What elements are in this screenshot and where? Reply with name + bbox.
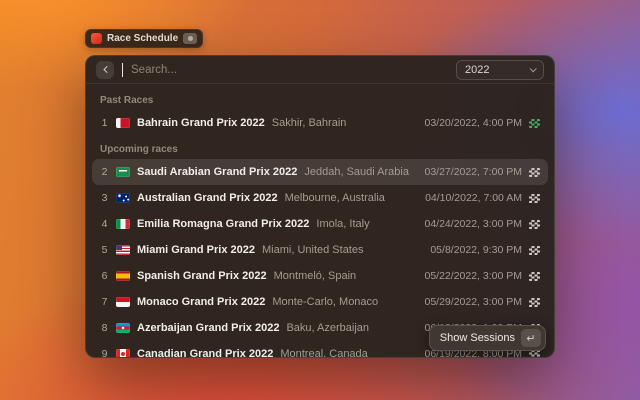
race-row-spain[interactable]: 6 Spanish Grand Prix 2022 Montmeló, Spai…	[86, 263, 554, 289]
italy-flag-icon	[116, 219, 130, 229]
text-caret	[122, 63, 123, 77]
checkered-flag-icon	[529, 298, 540, 307]
saudi-arabia-flag-icon	[116, 167, 130, 177]
spain-flag-icon	[116, 271, 130, 281]
race-rank: 1	[100, 117, 109, 129]
race-rank: 5	[100, 244, 109, 256]
show-sessions-button[interactable]: Show Sessions ↵	[429, 325, 546, 351]
race-title: Spanish Grand Prix 2022	[137, 270, 267, 282]
checkered-flag-icon	[529, 119, 540, 128]
section-header-past-races: Past Races	[86, 87, 554, 110]
season-dropdown-value: 2022	[465, 64, 489, 76]
race-title: Saudi Arabian Grand Prix 2022	[137, 166, 297, 178]
topbar: 2022	[86, 56, 554, 84]
enter-key-icon: ↵	[521, 329, 541, 347]
season-dropdown[interactable]: 2022	[456, 60, 544, 80]
race-rank: 8	[100, 322, 109, 334]
checkered-flag-icon	[529, 194, 540, 203]
checkered-flag-icon	[529, 246, 540, 255]
azerbaijan-flag-icon	[116, 323, 130, 333]
race-rank: 9	[100, 348, 109, 358]
badge-title: Race Schedule	[107, 33, 178, 44]
chevron-left-icon	[103, 66, 110, 73]
race-schedule-window: 2022 Past Races 1 Bahrain Grand Prix 202…	[85, 55, 555, 358]
race-location: Jeddah, Saudi Arabia	[304, 166, 409, 178]
usa-flag-icon	[116, 245, 130, 255]
race-rank: 3	[100, 192, 109, 204]
race-row-bahrain[interactable]: 1 Bahrain Grand Prix 2022 Sakhir, Bahrai…	[86, 110, 554, 136]
race-title: Azerbaijan Grand Prix 2022	[137, 322, 279, 334]
race-rank: 6	[100, 270, 109, 282]
race-row-emilia-romagna[interactable]: 4 Emilia Romagna Grand Prix 2022 Imola, …	[86, 211, 554, 237]
race-location: Monte-Carlo, Monaco	[272, 296, 378, 308]
race-title: Monaco Grand Prix 2022	[137, 296, 265, 308]
race-datetime: 03/27/2022, 7:00 PM	[425, 166, 523, 178]
race-title: Bahrain Grand Prix 2022	[137, 117, 265, 129]
race-title: Canadian Grand Prix 2022	[137, 348, 273, 358]
race-location: Melbourne, Australia	[285, 192, 385, 204]
race-location: Imola, Italy	[316, 218, 369, 230]
race-row-australia[interactable]: 3 Australian Grand Prix 2022 Melbourne, …	[86, 185, 554, 211]
race-location: Baku, Azerbaijan	[286, 322, 369, 334]
bahrain-flag-icon	[116, 118, 130, 128]
race-rank: 2	[100, 166, 109, 178]
race-datetime: 04/10/2022, 7:00 AM	[425, 192, 522, 204]
race-row-miami[interactable]: 5 Miami Grand Prix 2022 Miami, United St…	[86, 237, 554, 263]
race-datetime: 05/29/2022, 3:00 PM	[425, 296, 523, 308]
race-datetime: 05/22/2022, 3:00 PM	[425, 270, 523, 282]
australia-flag-icon	[116, 193, 130, 203]
race-location: Sakhir, Bahrain	[272, 117, 347, 129]
canada-flag-icon	[116, 349, 130, 358]
race-datetime: 03/20/2022, 4:00 PM	[425, 117, 523, 129]
extension-icon	[91, 33, 102, 44]
search-input[interactable]	[131, 64, 448, 76]
race-title: Miami Grand Prix 2022	[137, 244, 255, 256]
checkered-flag-icon	[529, 272, 540, 281]
race-datetime: 05/8/2022, 9:30 PM	[430, 244, 522, 256]
chevron-down-icon	[530, 65, 537, 72]
race-rank: 4	[100, 218, 109, 230]
checkered-flag-icon	[529, 220, 540, 229]
section-header-upcoming-races: Upcoming races	[86, 136, 554, 159]
race-title: Australian Grand Prix 2022	[137, 192, 278, 204]
monaco-flag-icon	[116, 297, 130, 307]
race-list: Past Races 1 Bahrain Grand Prix 2022 Sak…	[86, 84, 554, 356]
camera-icon	[183, 33, 197, 44]
race-location: Montmeló, Spain	[274, 270, 357, 282]
race-rank: 7	[100, 296, 109, 308]
race-datetime: 04/24/2022, 3:00 PM	[425, 218, 523, 230]
race-row-monaco[interactable]: 7 Monaco Grand Prix 2022 Monte-Carlo, Mo…	[86, 289, 554, 315]
race-location: Montreal, Canada	[280, 348, 367, 358]
race-row-saudi-arabia[interactable]: 2 Saudi Arabian Grand Prix 2022 Jeddah, …	[92, 159, 548, 185]
race-title: Emilia Romagna Grand Prix 2022	[137, 218, 309, 230]
checkered-flag-icon	[529, 168, 540, 177]
show-sessions-label: Show Sessions	[440, 332, 515, 344]
window-badge: Race Schedule	[85, 29, 203, 48]
race-location: Miami, United States	[262, 244, 363, 256]
back-button[interactable]	[96, 61, 114, 79]
